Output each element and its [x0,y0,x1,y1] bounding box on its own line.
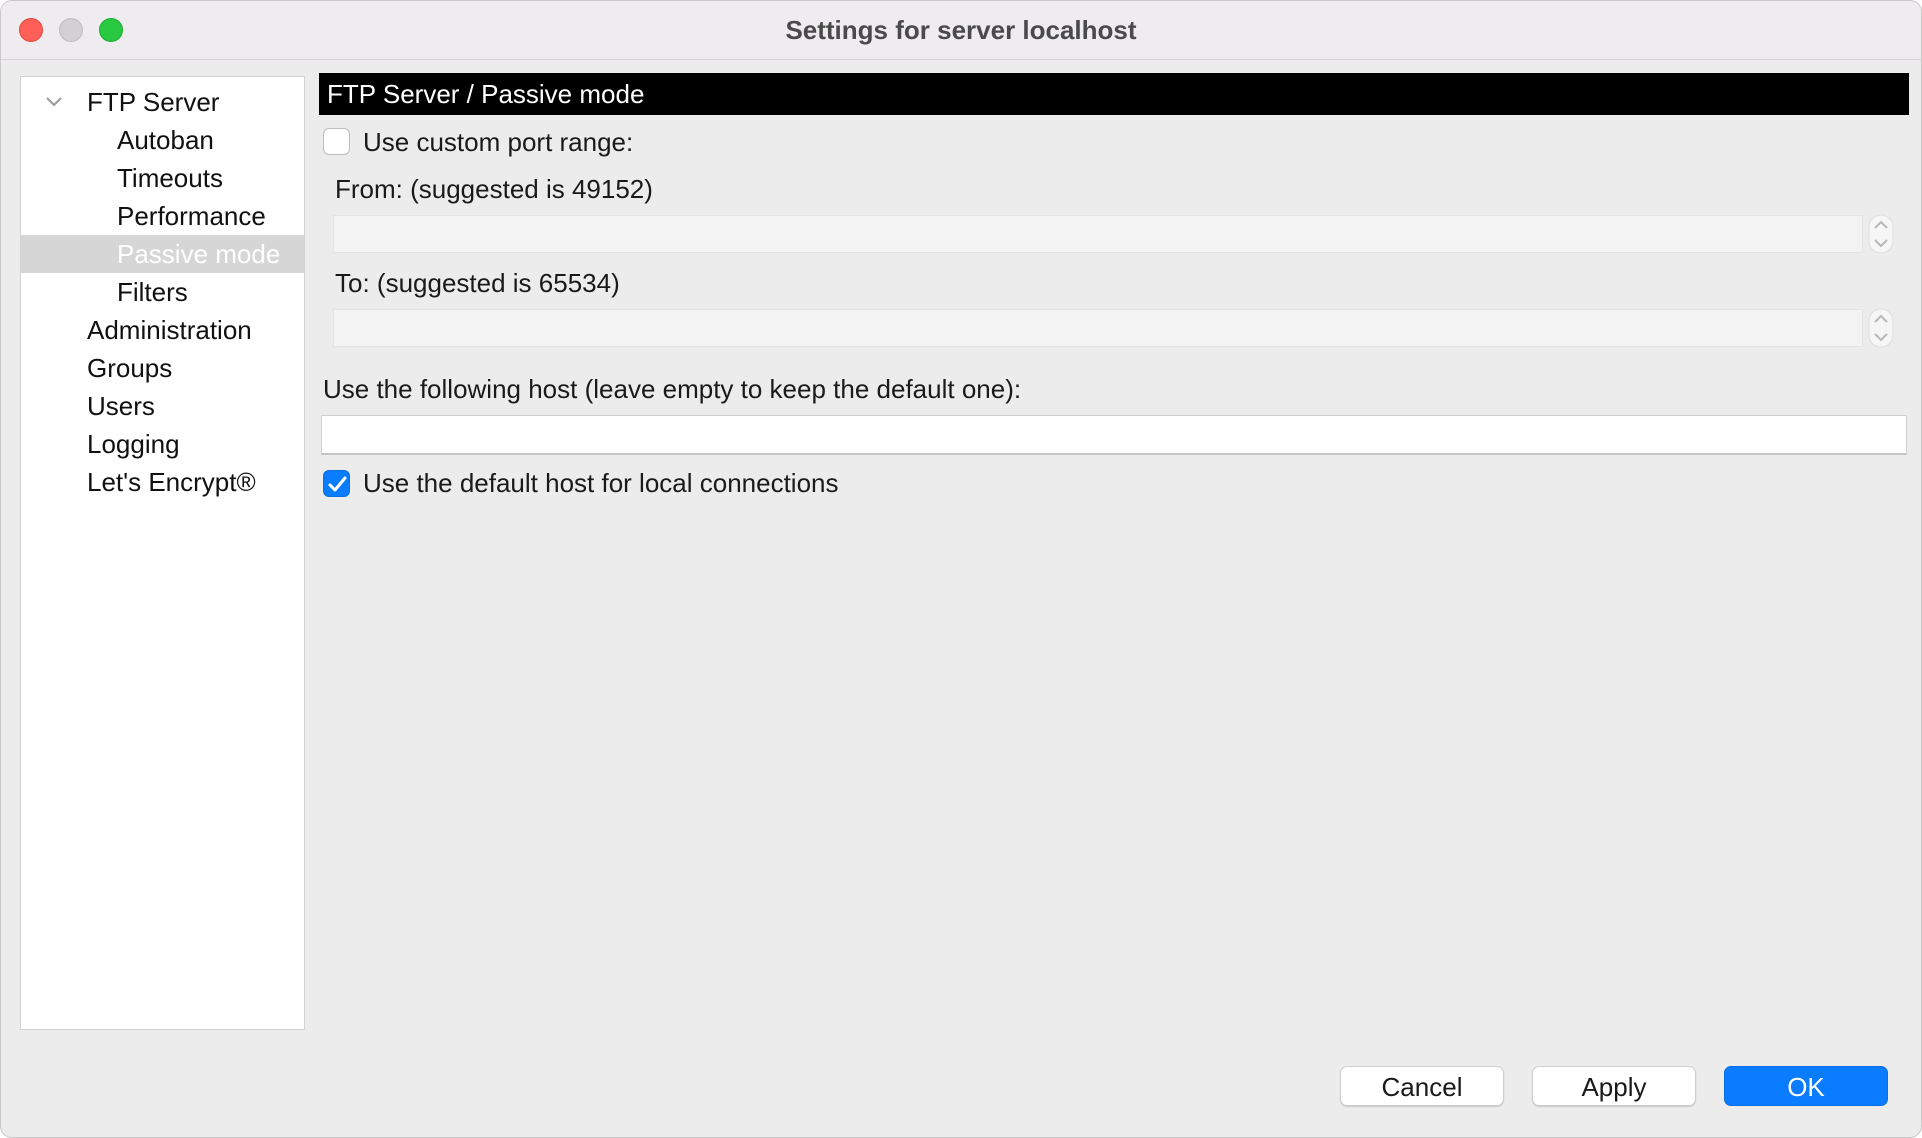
from-port-stepper-icon[interactable] [1866,214,1896,254]
ok-button[interactable]: OK [1724,1066,1888,1106]
tree-item-performance[interactable]: Performance [21,197,304,235]
host-label: Use the following host (leave empty to k… [323,374,1022,404]
tree-item-label: Passive mode [117,239,281,269]
tree-item-label: Filters [117,277,188,307]
tree-item-label: Performance [117,201,266,231]
tree-item-logging[interactable]: Logging [21,425,304,463]
default-host-local-label[interactable]: Use the default host for local connectio… [363,468,839,499]
section-header: FTP Server / Passive mode [319,73,1909,115]
to-port-stepper-icon[interactable] [1866,308,1896,348]
from-port-field[interactable] [333,215,1863,253]
default-host-local-checkbox[interactable] [323,470,350,497]
to-port-field[interactable] [333,309,1863,347]
tree-item-timeouts[interactable]: Timeouts [21,159,304,197]
tree-item-label: FTP Server [87,87,220,117]
settings-tree: FTP Server Autoban Timeouts Performance … [20,76,305,1030]
cancel-button[interactable]: Cancel [1340,1066,1504,1106]
to-port-label: To: (suggested is 65534) [335,268,620,298]
settings-window: Settings for server localhost FTP Server… [0,0,1922,1138]
tree-item-label: Autoban [117,125,214,155]
tree-item-label: Let's Encrypt® [87,467,256,497]
custom-port-range-label[interactable]: Use custom port range: [363,127,633,158]
custom-port-range-checkbox[interactable] [323,128,350,155]
host-input[interactable] [321,415,1907,455]
tree-item-label: Timeouts [117,163,223,193]
from-port-label: From: (suggested is 49152) [335,174,653,204]
chevron-down-icon[interactable] [43,83,65,121]
tree-item-filters[interactable]: Filters [21,273,304,311]
tree-item-label: Users [87,391,155,421]
tree-item-autoban[interactable]: Autoban [21,121,304,159]
tree-item-users[interactable]: Users [21,387,304,425]
title-bar: Settings for server localhost [1,1,1921,60]
tree-item-label: Administration [87,315,252,345]
checkmark-icon [328,476,347,492]
tree-item-label: Logging [87,429,180,459]
tree-item-label: Groups [87,353,173,383]
tree-item-ftp-server[interactable]: FTP Server [21,83,304,121]
tree-item-passive-mode[interactable]: Passive mode [21,235,304,273]
window-title: Settings for server localhost [785,15,1137,45]
tree-item-groups[interactable]: Groups [21,349,304,387]
apply-button[interactable]: Apply [1532,1066,1696,1106]
tree-item-administration[interactable]: Administration [21,311,304,349]
tree-item-lets-encrypt[interactable]: Let's Encrypt® [21,463,304,501]
